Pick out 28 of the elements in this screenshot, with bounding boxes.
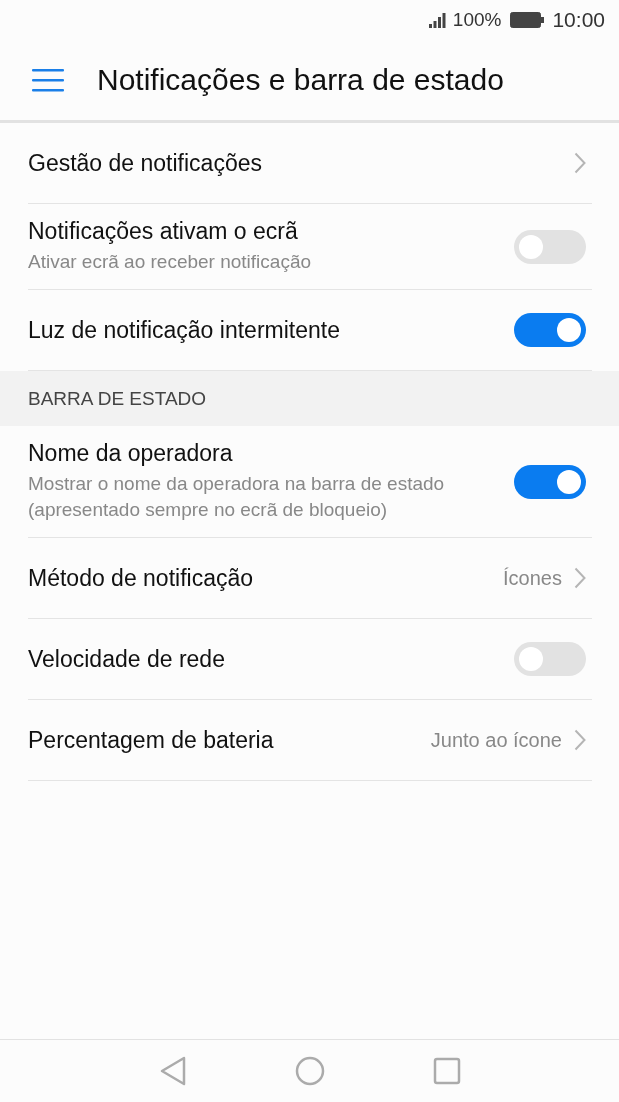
setting-title[interactable]: Velocidade de rede [28, 645, 514, 673]
battery-icon [510, 12, 546, 28]
setting-title[interactable]: Notificações ativam o ecrã [28, 218, 514, 245]
chevron-right-icon[interactable] [574, 152, 586, 174]
page-title: Notificações e barra de estado [97, 63, 504, 97]
setting-title[interactable]: Luz de notificação intermitente [28, 316, 514, 344]
setting-title[interactable]: Método de notificação [28, 564, 504, 592]
setting-value: Junto ao ícone [430, 728, 562, 752]
setting-title[interactable]: Nome da operadora [28, 440, 514, 467]
back-icon[interactable] [158, 1056, 187, 1086]
home-icon[interactable] [294, 1056, 325, 1086]
chevron-right-icon[interactable] [574, 729, 586, 751]
menu-icon[interactable] [32, 68, 64, 92]
signal-icon [428, 12, 449, 28]
setting-title[interactable]: Percentagem de bateria [28, 726, 431, 754]
toggle-switch[interactable] [514, 229, 586, 264]
setting-description: Mostrar o nome da operadora na barra de estado (apresentado sempre no ecrã de bloqueio) [28, 472, 446, 522]
recent-apps-icon[interactable] [432, 1057, 461, 1085]
toggle-switch[interactable] [514, 642, 586, 676]
section-header: BARRA DE ESTADO [0, 371, 619, 426]
toggle-switch[interactable] [514, 313, 586, 347]
chevron-right-icon[interactable] [574, 567, 586, 589]
setting-title[interactable]: Gestão de notificações [28, 149, 574, 177]
setting-value: Ícones [503, 566, 562, 590]
toggle-switch[interactable] [514, 464, 586, 499]
setting-description: Ativar ecrã ao receber notificação [28, 250, 313, 274]
battery-percentage: 100% [452, 9, 502, 31]
clock-time: 10:00 [552, 8, 605, 32]
